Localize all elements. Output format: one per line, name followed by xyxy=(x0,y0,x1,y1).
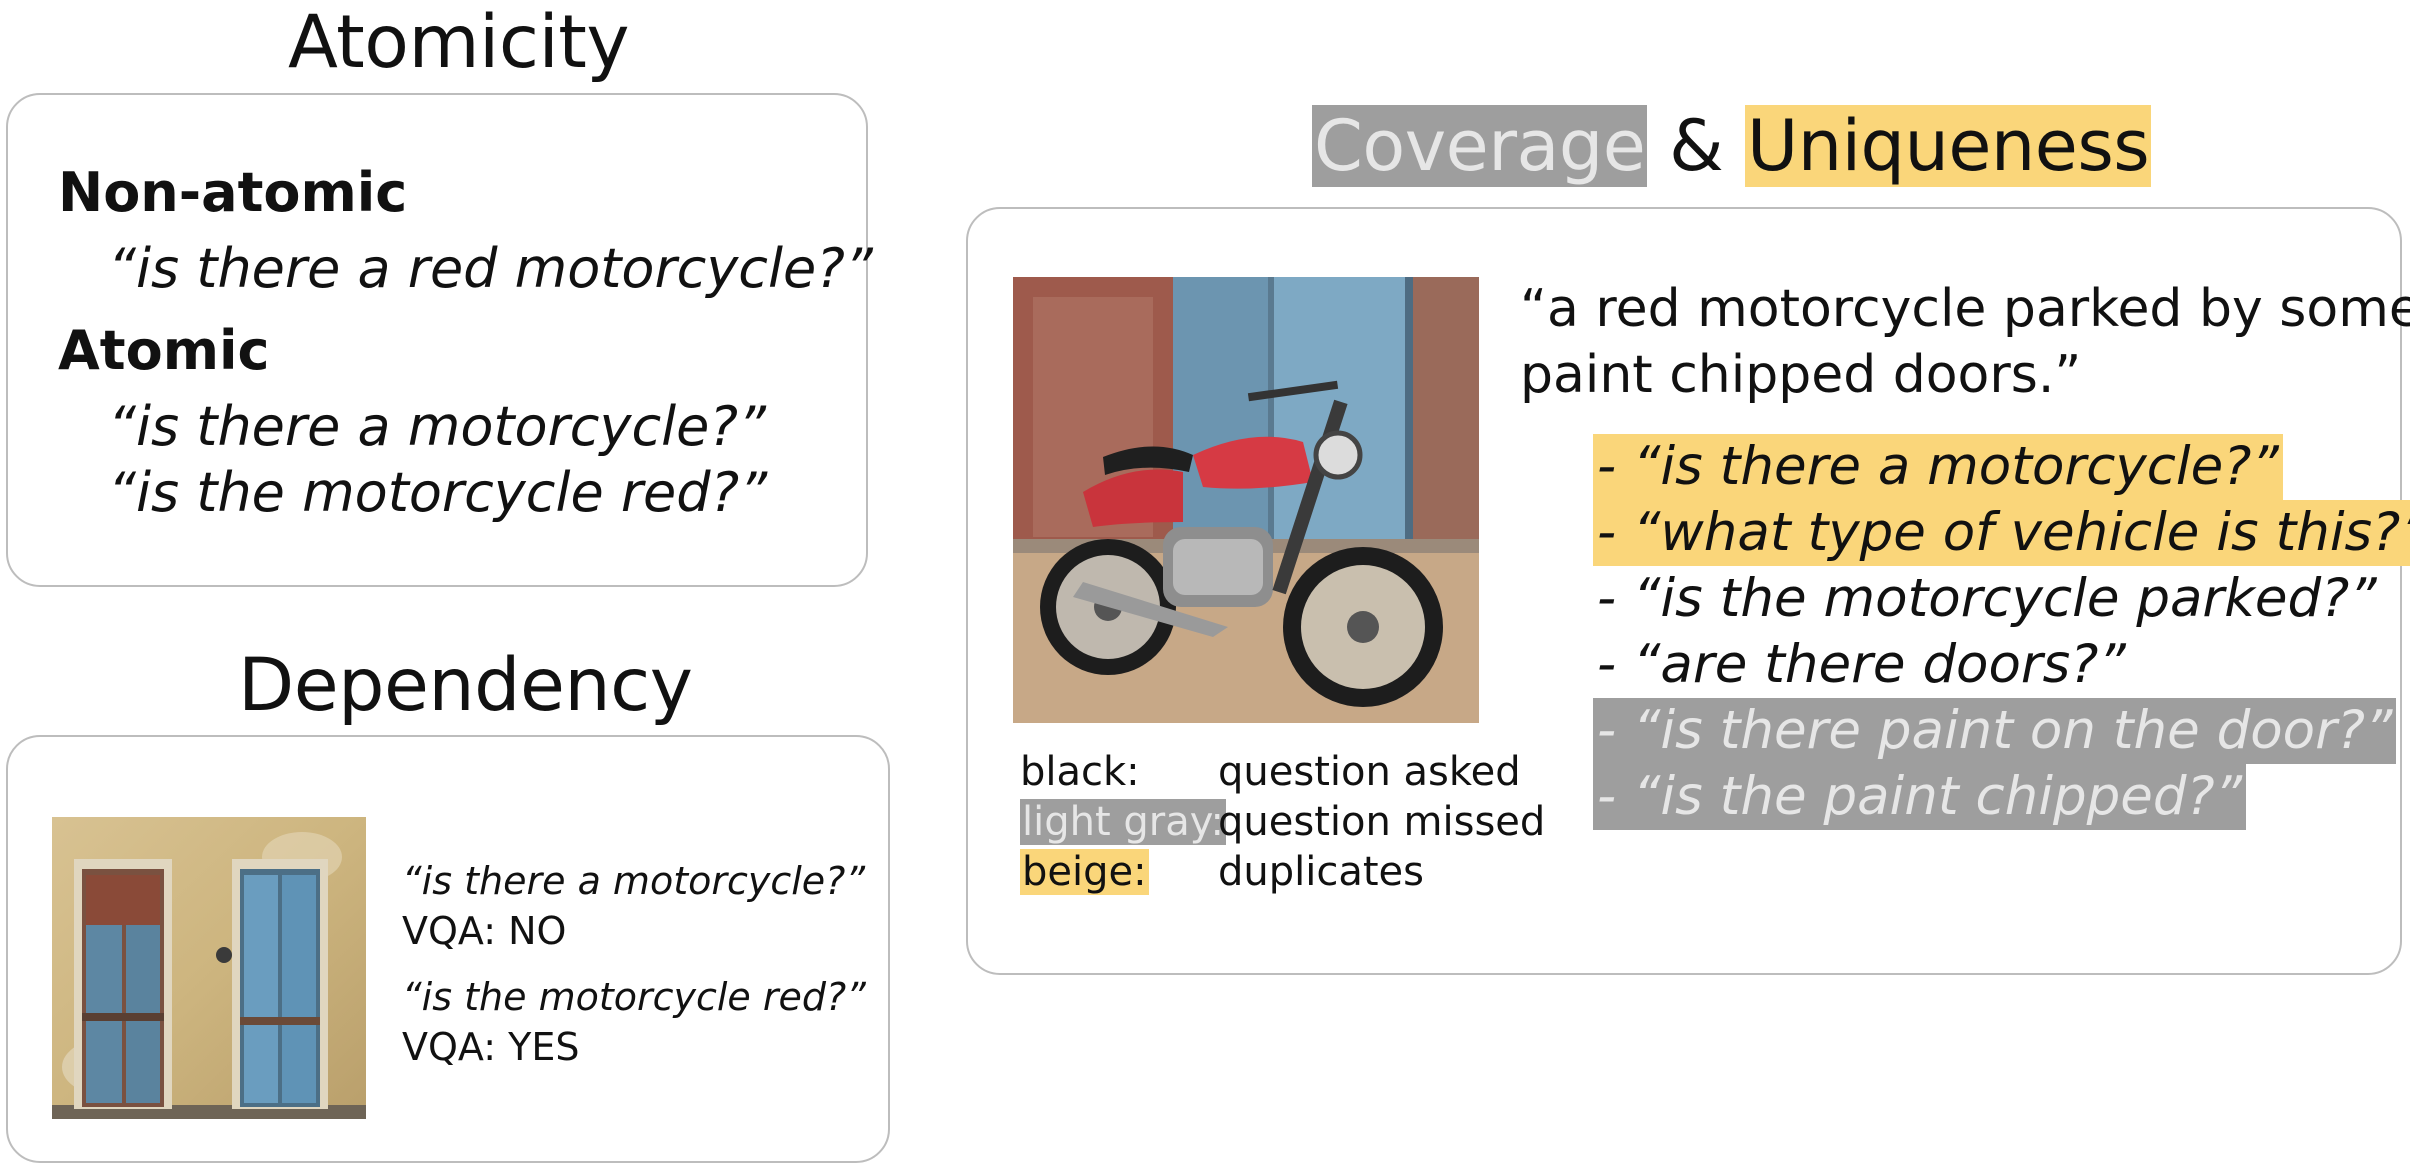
legend-key-black: black: xyxy=(1020,749,1140,795)
dependency-answer-2: VQA: YES xyxy=(402,1025,580,1069)
question-item: - “is there paint on the door?” xyxy=(1593,698,2397,764)
caption-line-2: paint chipped doors.” xyxy=(1520,345,2082,405)
non-atomic-question: “is there a red motorcycle?” xyxy=(108,237,873,300)
legend-value-missed: question missed xyxy=(1218,799,1546,845)
dependency-answer-1: VQA: NO xyxy=(402,909,567,953)
atomic-question-1: “is there a motorcycle?” xyxy=(108,395,766,458)
motorcycle-image xyxy=(1013,277,1479,723)
question-item: - “is the paint chipped?” xyxy=(1593,764,2247,830)
coverage-title: Coverage & Uniqueness xyxy=(1312,104,2152,188)
dependency-question-1: “is there a motorcycle?” xyxy=(402,859,866,903)
question-item: - “what type of vehicle is this?” xyxy=(1593,500,2410,566)
uniqueness-word: Uniqueness xyxy=(1744,105,2152,187)
atomicity-title: Atomicity xyxy=(288,0,630,85)
caption-line-1: “a red motorcycle parked by some xyxy=(1520,279,2410,339)
non-atomic-label: Non-atomic xyxy=(58,161,408,224)
dependency-title: Dependency xyxy=(238,643,693,728)
coverage-word: Coverage xyxy=(1312,105,1648,187)
legend-value-asked: question asked xyxy=(1218,749,1521,795)
question-item: - “is there a motorcycle?” xyxy=(1593,434,2283,500)
coverage-card: “a red motorcycle parked by some paint c… xyxy=(966,207,2410,975)
question-item: - “are there doors?” xyxy=(1597,634,2126,695)
doors-image xyxy=(52,817,366,1119)
legend-key-light-gray: light gray: xyxy=(1020,799,1226,845)
atomic-question-2: “is the motorcycle red?” xyxy=(108,461,768,524)
atomic-label: Atomic xyxy=(58,319,270,382)
atomicity-card: Non-atomic “is there a red motorcycle?” … xyxy=(6,93,873,587)
question-item: - “is the motorcycle parked?” xyxy=(1597,568,2377,629)
ampersand: & xyxy=(1647,105,1745,187)
legend-value-duplicates: duplicates xyxy=(1218,849,1424,895)
legend-key-beige: beige: xyxy=(1020,849,1149,895)
dependency-question-2: “is the motorcycle red?” xyxy=(402,975,866,1019)
dependency-card: “is there a motorcycle?” VQA: NO “is the… xyxy=(6,735,890,1163)
